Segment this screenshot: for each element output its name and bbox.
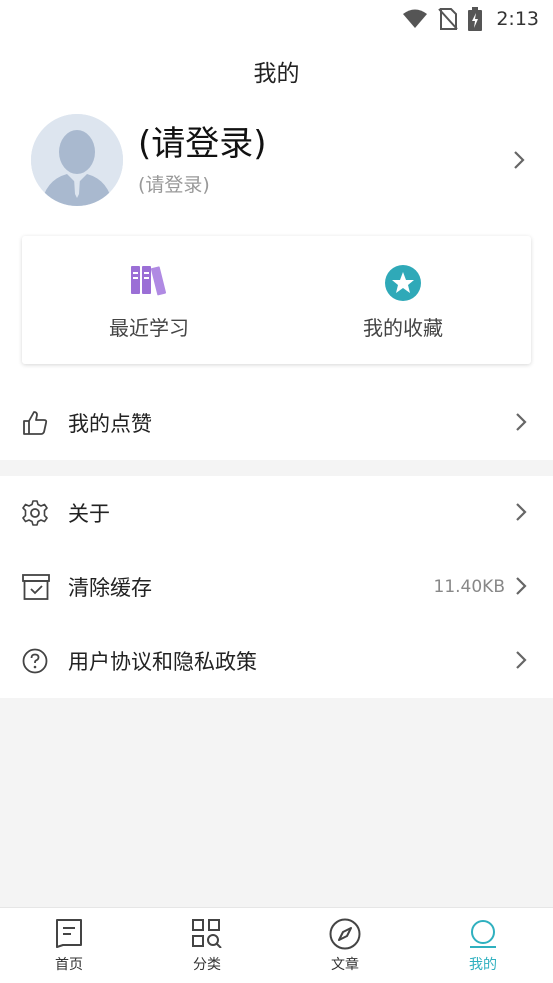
quick-actions-card: 最近学习 我的收藏 bbox=[22, 236, 531, 364]
nav-label: 分类 bbox=[193, 957, 221, 973]
page-title: 我的 bbox=[253, 61, 300, 87]
status-time: 2:13 bbox=[496, 8, 539, 30]
battery-charging-icon bbox=[468, 7, 483, 31]
archive-box-icon bbox=[22, 574, 50, 600]
profile-name[interactable]: (请登录) bbox=[138, 124, 267, 164]
nav-label: 文章 bbox=[331, 957, 359, 973]
profile-row[interactable]: (请登录) (请登录) bbox=[0, 112, 553, 208]
menu-item-label: 清除缓存 bbox=[68, 576, 152, 600]
settings-group: 关于 清除缓存 11.40KB 用户协议和隐私政策 bbox=[0, 476, 553, 698]
quick-action-label: 我的收藏 bbox=[363, 316, 443, 340]
wifi-icon bbox=[403, 9, 428, 28]
category-grid-icon bbox=[192, 919, 222, 948]
chevron-right-icon bbox=[516, 651, 527, 669]
chevron-right-icon bbox=[516, 577, 527, 595]
nav-label: 我的 bbox=[469, 957, 497, 973]
menu-item-label: 关于 bbox=[68, 502, 110, 526]
help-circle-icon bbox=[22, 648, 48, 674]
home-doc-icon bbox=[56, 919, 82, 948]
gear-icon bbox=[22, 500, 48, 526]
nav-article[interactable]: 文章 bbox=[276, 908, 414, 983]
menu-item-clear-cache[interactable]: 清除缓存 11.40KB bbox=[0, 550, 553, 624]
chevron-right-icon bbox=[516, 413, 527, 431]
menu-item-label: 我的点赞 bbox=[68, 412, 152, 436]
chevron-right-icon[interactable] bbox=[513, 150, 525, 170]
menu-item-policy[interactable]: 用户协议和隐私政策 bbox=[0, 624, 553, 698]
no-sim-icon bbox=[438, 8, 459, 30]
nav-home[interactable]: 首页 bbox=[0, 908, 138, 983]
nav-label: 首页 bbox=[55, 957, 83, 973]
recent-study-button[interactable]: 最近学习 bbox=[22, 236, 276, 364]
default-avatar-icon bbox=[31, 114, 123, 206]
star-badge-icon bbox=[385, 265, 421, 301]
quick-action-label: 最近学习 bbox=[109, 316, 189, 340]
compass-icon bbox=[329, 918, 361, 950]
profile-subtitle: (请登录) bbox=[138, 174, 210, 196]
bottom-nav: 首页 分类 文章 我的 bbox=[0, 907, 553, 983]
status-bar: 2:13 bbox=[0, 0, 553, 38]
nav-category[interactable]: 分类 bbox=[138, 908, 276, 983]
menu-item-label: 用户协议和隐私政策 bbox=[68, 650, 257, 674]
books-icon bbox=[131, 266, 167, 296]
my-favorites-button[interactable]: 我的收藏 bbox=[276, 236, 530, 364]
cache-size: 11.40KB bbox=[433, 577, 505, 597]
profile-section: 我的 (请登录) (请登录) 最近学习 我的收藏 我的点赞 bbox=[0, 38, 553, 460]
menu-item-likes[interactable]: 我的点赞 bbox=[0, 386, 553, 460]
nav-mine[interactable]: 我的 bbox=[414, 908, 552, 983]
avatar[interactable] bbox=[31, 114, 123, 206]
thumb-up-icon bbox=[23, 411, 48, 435]
profile-icon bbox=[470, 920, 496, 948]
menu-item-about[interactable]: 关于 bbox=[0, 476, 553, 550]
mine-screen: 2:13 我的 (请登录) (请登录) 最近学习 我的收藏 我的点赞 关于 清除… bbox=[0, 0, 553, 983]
chevron-right-icon bbox=[516, 503, 527, 521]
